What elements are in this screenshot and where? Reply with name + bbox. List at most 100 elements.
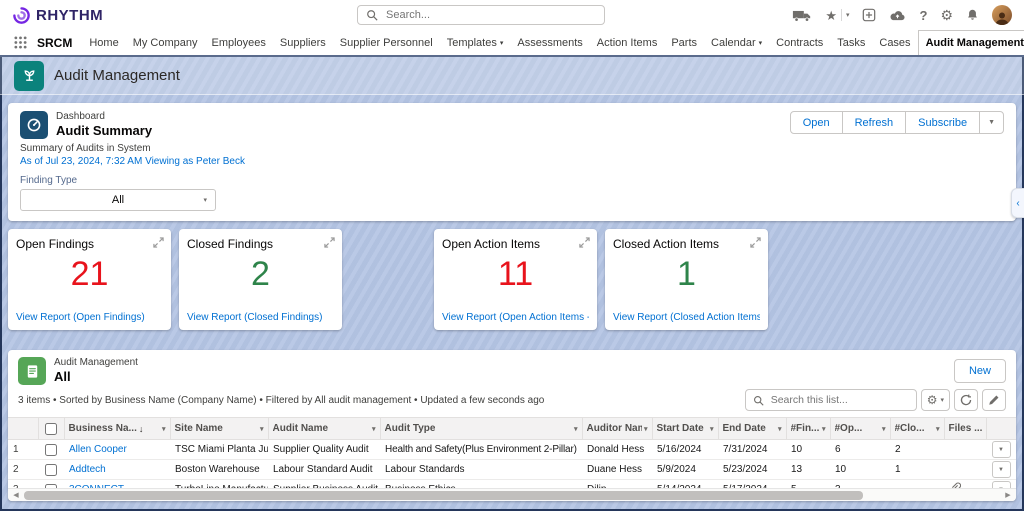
dashboard-card: Dashboard Audit Summary Summary of Audit… [8, 103, 1016, 221]
column-header-site-name[interactable]: Site Name▾ [170, 418, 268, 440]
favorites-chevron-icon[interactable]: ▾ [846, 12, 850, 19]
favorites-star-icon[interactable]: ★ [825, 9, 837, 22]
list-view-name[interactable]: All [54, 369, 138, 385]
business-name-link[interactable]: Allen Cooper [69, 444, 127, 455]
table-row: 3 3CONNECT TurboLine Manufacturing Suppl… [8, 480, 1016, 489]
closed-items-cell: 1 [890, 460, 944, 480]
metric-value: 21 [16, 254, 163, 294]
global-actions-icon[interactable] [862, 8, 876, 22]
business-name-link[interactable]: Addtech [69, 464, 106, 475]
app-launcher-icon[interactable] [8, 30, 33, 55]
row-actions-button[interactable]: ▼ [992, 461, 1011, 478]
pencil-icon [988, 394, 1000, 406]
scroll-right-icon[interactable]: ▶ [1002, 491, 1014, 499]
view-report-link[interactable]: View Report (Closed Findings) [187, 312, 334, 323]
chevron-down-icon: ▾ [370, 425, 376, 433]
nav-item-suppliers[interactable]: Suppliers [273, 30, 333, 55]
expand-icon[interactable] [153, 236, 164, 251]
user-avatar[interactable] [992, 5, 1012, 25]
nav-item-assessments[interactable]: Assessments [510, 30, 589, 55]
column-header-findings[interactable]: #Fin...▾ [786, 418, 830, 440]
nav-item-templates[interactable]: Templates▾ [440, 30, 511, 55]
chevron-down-icon: ▾ [776, 425, 782, 433]
dashboard-asof-link[interactable]: As of Jul 23, 2024, 7:32 AM Viewing as P… [20, 156, 1004, 167]
global-search-input[interactable] [384, 8, 596, 22]
global-search[interactable] [357, 5, 605, 25]
list-edit-button[interactable] [982, 389, 1006, 411]
nav-item-supplier-personnel[interactable]: Supplier Personnel [333, 30, 440, 55]
column-header-audit-type[interactable]: Audit Type▾ [380, 418, 582, 440]
new-button[interactable]: New [954, 359, 1006, 383]
column-header-auditor-name[interactable]: Auditor Name▾ [582, 418, 652, 440]
view-report-link[interactable]: View Report (Open Action Items - Findin.… [442, 312, 589, 323]
nav-item-contracts[interactable]: Contracts [769, 30, 830, 55]
column-header-business-name[interactable]: Business Na...↓▾ [64, 418, 170, 440]
chevron-down-icon: ▾ [203, 196, 207, 204]
column-header-files[interactable]: Files ... [944, 418, 986, 440]
nav-item-employees[interactable]: Employees [204, 30, 272, 55]
expand-icon[interactable] [750, 236, 761, 251]
select-all-checkbox[interactable] [38, 418, 64, 440]
search-icon [366, 9, 378, 21]
side-panel-toggle[interactable]: ‹ [1011, 188, 1024, 218]
row-checkbox[interactable] [45, 444, 57, 456]
row-checkbox[interactable] [45, 464, 57, 476]
select-all-checkbox-input[interactable] [45, 423, 57, 435]
nav-item-my-company[interactable]: My Company [126, 30, 205, 55]
finding-type-value: All [112, 194, 124, 206]
column-header-audit-name[interactable]: Audit Name▾ [268, 418, 380, 440]
gear-icon: ⚙ [927, 393, 938, 407]
list-settings-button[interactable]: ⚙ ▾ [921, 389, 950, 411]
subscribe-button[interactable]: Subscribe [905, 111, 980, 134]
dashboard-more-actions-button[interactable]: ▼ [979, 111, 1004, 134]
list-search-input[interactable] [769, 393, 909, 407]
row-actions-button[interactable]: ▼ [992, 441, 1011, 458]
view-report-link[interactable]: View Report (Open Findings) [16, 312, 163, 323]
scrollbar-track[interactable] [24, 491, 1000, 500]
nav-item-audit-management[interactable]: Audit Management [918, 30, 1024, 55]
refresh-button[interactable]: Refresh [842, 111, 907, 134]
help-icon[interactable]: ? [919, 9, 927, 22]
row-checkbox-cell[interactable] [38, 460, 64, 480]
list-meta-text: 3 items • Sorted by Business Name (Compa… [18, 395, 544, 406]
chevron-down-icon: ▾ [934, 425, 940, 433]
nav-item-action-items[interactable]: Action Items [590, 30, 665, 55]
brand-logo[interactable]: RHYTHM [12, 6, 103, 25]
notifications-bell-icon[interactable] [966, 8, 979, 22]
column-header-end-date[interactable]: End Date▾ [718, 418, 786, 440]
records-table: Business Na...↓▾ Site Name▾ Audit Name▾ … [8, 417, 1016, 488]
search-icon [753, 395, 764, 406]
finding-type-combobox[interactable]: All ▾ [20, 189, 216, 211]
list-toolbar: 3 items • Sorted by Business Name (Compa… [8, 385, 1016, 417]
scroll-left-icon[interactable]: ◀ [10, 491, 22, 499]
metric-title: Open Findings [16, 237, 163, 251]
scrollbar-thumb[interactable] [24, 491, 863, 500]
metric-card-closed-findings: Closed Findings 2 View Report (Closed Fi… [179, 229, 342, 330]
column-header-open[interactable]: #Op...▾ [830, 418, 890, 440]
open-button[interactable]: Open [790, 111, 843, 134]
cloud-icon[interactable] [889, 9, 906, 22]
view-report-link[interactable]: View Report (Closed Action Items - Findi… [613, 312, 760, 323]
end-date-cell: 7/31/2024 [718, 440, 786, 460]
expand-icon[interactable] [324, 236, 335, 251]
column-header-start-date[interactable]: Start Date▾ [652, 418, 718, 440]
van-icon[interactable] [792, 9, 812, 22]
metric-card-closed-action-items: Closed Action Items 1 View Report (Close… [605, 229, 768, 330]
row-checkbox-cell[interactable] [38, 480, 64, 489]
nav-item-cases[interactable]: Cases [872, 30, 917, 55]
horizontal-scrollbar[interactable]: ◀ ▶ [8, 488, 1016, 501]
chevron-down-icon: ▾ [940, 396, 944, 404]
column-header-closed[interactable]: #Clo...▾ [890, 418, 944, 440]
nav-item-calendar[interactable]: Calendar▾ [704, 30, 769, 55]
nav-item-tasks[interactable]: Tasks [830, 30, 872, 55]
nav-item-parts[interactable]: Parts [664, 30, 704, 55]
row-checkbox-cell[interactable] [38, 440, 64, 460]
list-search[interactable] [745, 389, 917, 411]
setup-gear-icon[interactable]: ⚙ [940, 8, 953, 22]
audit-type-cell: Health and Safety(Plus Environment 2-Pil… [380, 440, 582, 460]
metric-card-open-findings: Open Findings 21 View Report (Open Findi… [8, 229, 171, 330]
list-refresh-button[interactable] [954, 389, 978, 411]
nav-item-home[interactable]: Home [82, 30, 125, 55]
row-actions-button[interactable]: ▼ [992, 481, 1011, 488]
expand-icon[interactable] [579, 236, 590, 251]
